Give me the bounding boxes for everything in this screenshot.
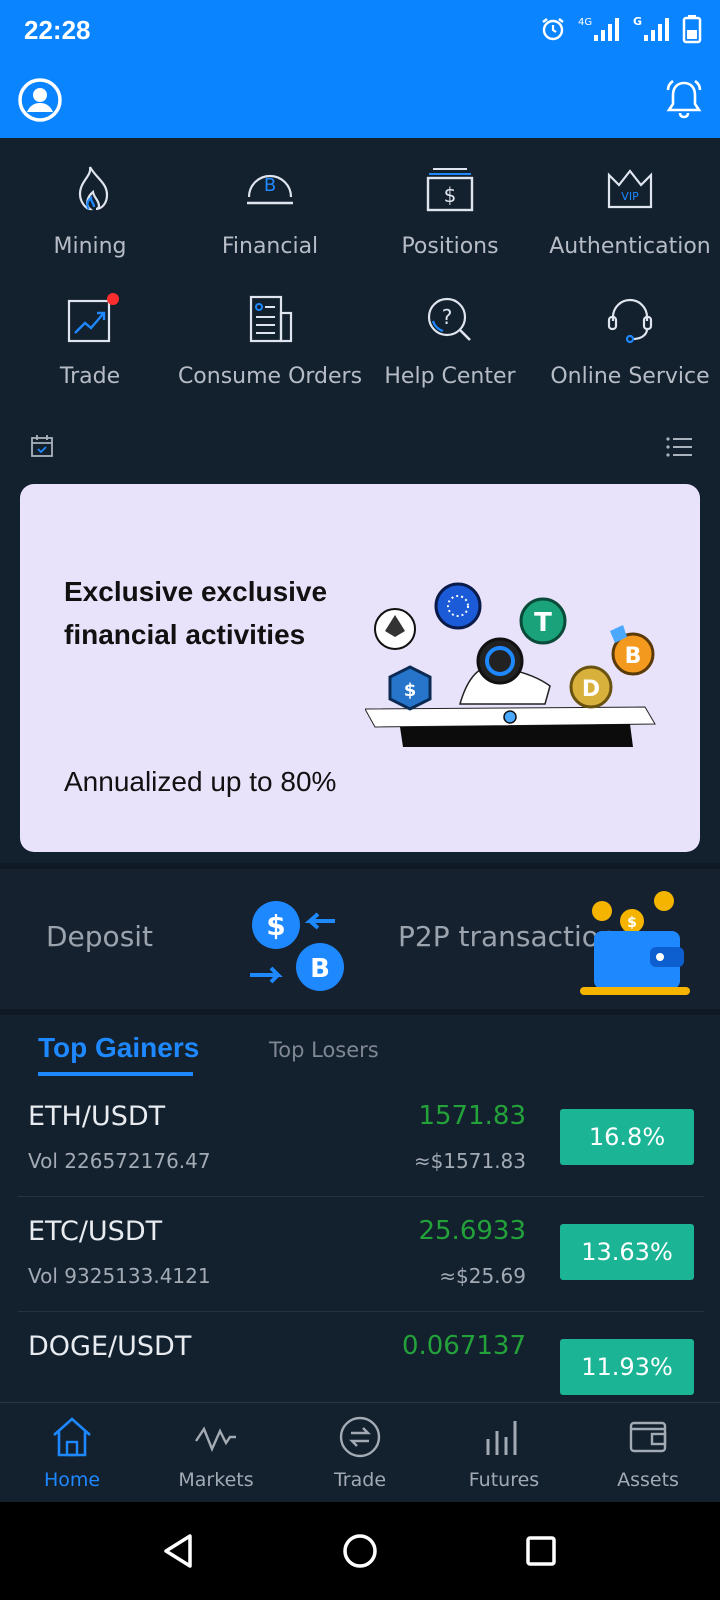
list-item[interactable]: ETH/USDT Vol 226572176.47 1571.83 ≈$1571… bbox=[18, 1083, 704, 1197]
markets-wave-icon bbox=[195, 1426, 236, 1453]
financial-coin-icon: B bbox=[247, 174, 293, 205]
list-item[interactable]: ETC/USDT Vol 9325133.4121 25.6933 ≈$25.6… bbox=[18, 1198, 704, 1312]
tab-top-losers[interactable]: Top Losers bbox=[269, 1038, 379, 1062]
orders-document-icon bbox=[249, 295, 293, 343]
back-icon[interactable] bbox=[158, 1530, 200, 1572]
battery-icon bbox=[682, 15, 702, 44]
grid-item-financial[interactable]: B Financial bbox=[180, 138, 360, 259]
svg-text:$: $ bbox=[404, 680, 417, 701]
nav-home[interactable]: Home bbox=[0, 1403, 144, 1503]
gainers-losers-tabs: Top Gainers Top Losers bbox=[0, 1018, 720, 1078]
grid-label: Authentication bbox=[549, 234, 711, 259]
network-label-2: G bbox=[633, 15, 642, 28]
recents-icon[interactable] bbox=[520, 1530, 562, 1572]
futures-bars-icon bbox=[486, 1421, 517, 1455]
svg-text:T: T bbox=[534, 608, 552, 638]
status-bar: 22:28 4G G bbox=[0, 0, 720, 60]
grid-label: Consume Orders bbox=[177, 364, 363, 389]
nav-trade[interactable]: Trade bbox=[288, 1403, 432, 1503]
svg-text:VIP: VIP bbox=[621, 190, 639, 203]
grid-item-positions[interactable]: $ Positions bbox=[360, 138, 540, 259]
svg-text:$: $ bbox=[266, 909, 285, 942]
pair-usd-price: ≈$25.69 bbox=[439, 1264, 526, 1288]
notification-bell-icon[interactable] bbox=[664, 78, 704, 120]
pair-usd-price: ≈$1571.83 bbox=[413, 1149, 526, 1173]
nav-label: Trade bbox=[333, 1469, 387, 1491]
signal-icon-2: G bbox=[633, 15, 669, 41]
status-time: 22:28 bbox=[24, 15, 91, 45]
feature-grid: Mining B Financial $ Positions VIP Authe… bbox=[0, 138, 720, 418]
svg-text:B: B bbox=[625, 644, 642, 669]
pair-price: 0.067137 bbox=[401, 1331, 526, 1361]
grid-item-authentication[interactable]: VIP Authentication bbox=[540, 138, 720, 259]
network-label-1: 4G bbox=[578, 17, 592, 28]
crypto-coins-illustration: T B D $ bbox=[365, 582, 656, 747]
grid-item-consume-orders[interactable]: Consume Orders bbox=[178, 268, 362, 389]
headset-icon bbox=[607, 298, 653, 344]
nav-label: Assets bbox=[617, 1469, 679, 1491]
tab-top-gainers[interactable]: Top Gainers bbox=[38, 1032, 199, 1064]
wallet-icon bbox=[629, 1421, 667, 1453]
signal-icon: 4G bbox=[578, 17, 619, 41]
deposit-link[interactable]: Deposit bbox=[46, 920, 153, 953]
fire-icon bbox=[78, 166, 109, 211]
active-tab-indicator bbox=[38, 1072, 193, 1076]
pair-volume: Vol 9325133.4121 bbox=[28, 1264, 211, 1288]
svg-text:?: ? bbox=[442, 305, 453, 329]
grid-item-mining[interactable]: Mining bbox=[0, 138, 180, 259]
pair-name: ETC/USDT bbox=[28, 1216, 163, 1247]
calendar-icon[interactable] bbox=[30, 434, 54, 458]
svg-text:B: B bbox=[310, 954, 330, 984]
banner-subtitle: Annualized up to 80% bbox=[64, 766, 337, 797]
status-icons: 4G G bbox=[540, 14, 702, 44]
grid-label: Mining bbox=[53, 234, 127, 259]
alarm-icon bbox=[542, 18, 564, 41]
svg-text:$: $ bbox=[444, 183, 457, 207]
grid-item-trade[interactable]: Trade bbox=[0, 268, 180, 389]
wallet-coins-illustration: $ bbox=[580, 891, 690, 995]
pair-price: 25.6933 bbox=[418, 1216, 526, 1246]
grid-item-online-service[interactable]: Online Service bbox=[540, 268, 720, 389]
pair-price: 1571.83 bbox=[418, 1101, 526, 1131]
deposit-p2p-strip: Deposit $ B P2P transactions $ bbox=[0, 863, 720, 1015]
bottom-navigation: Home Markets Trade Futures Assets bbox=[0, 1402, 720, 1502]
nav-label: Home bbox=[43, 1469, 101, 1491]
app-header bbox=[0, 60, 720, 138]
grid-label: Help Center bbox=[384, 364, 516, 389]
change-badge: 16.8% bbox=[560, 1109, 694, 1165]
svg-text:$: $ bbox=[627, 915, 637, 931]
home-button-icon[interactable] bbox=[339, 1530, 381, 1572]
positions-dollar-icon: $ bbox=[426, 168, 474, 212]
grid-label: Online Service bbox=[550, 364, 710, 389]
grid-label: Trade bbox=[59, 364, 121, 389]
profile-avatar-icon[interactable] bbox=[18, 78, 62, 122]
pair-name: DOGE/USDT bbox=[28, 1331, 192, 1362]
grid-item-help-center[interactable]: ? Help Center bbox=[360, 268, 540, 389]
list-menu-icon[interactable] bbox=[666, 436, 692, 458]
trade-circle-icon bbox=[339, 1416, 381, 1458]
vip-crown-icon: VIP bbox=[607, 169, 653, 209]
svg-text:B: B bbox=[264, 175, 276, 196]
nav-futures[interactable]: Futures bbox=[432, 1403, 576, 1503]
main-content: Mining B Financial $ Positions VIP Authe… bbox=[0, 138, 720, 1402]
nav-markets[interactable]: Markets bbox=[144, 1403, 288, 1503]
list-item[interactable]: DOGE/USDT 0.067137 11.93% bbox=[18, 1313, 704, 1402]
pair-name: ETH/USDT bbox=[28, 1101, 166, 1132]
trade-notification-dot bbox=[107, 293, 119, 305]
nav-label: Markets bbox=[178, 1469, 254, 1491]
nav-assets[interactable]: Assets bbox=[576, 1403, 720, 1503]
nav-label: Futures bbox=[468, 1469, 540, 1491]
deposit-exchange-icon: $ B bbox=[250, 901, 344, 991]
help-search-icon: ? bbox=[427, 297, 471, 341]
change-badge: 11.93% bbox=[560, 1339, 694, 1395]
grid-label: Positions bbox=[401, 234, 499, 259]
grid-label: Financial bbox=[221, 234, 319, 259]
home-icon bbox=[53, 1417, 91, 1457]
svg-text:D: D bbox=[582, 677, 600, 702]
promo-banner[interactable]: Exclusive exclusive financial activities… bbox=[20, 484, 700, 852]
pair-volume: Vol 226572176.47 bbox=[28, 1149, 211, 1173]
change-badge: 13.63% bbox=[560, 1224, 694, 1280]
banner-title: Exclusive exclusive financial activities bbox=[64, 576, 328, 650]
system-navigation-bar bbox=[0, 1502, 720, 1600]
